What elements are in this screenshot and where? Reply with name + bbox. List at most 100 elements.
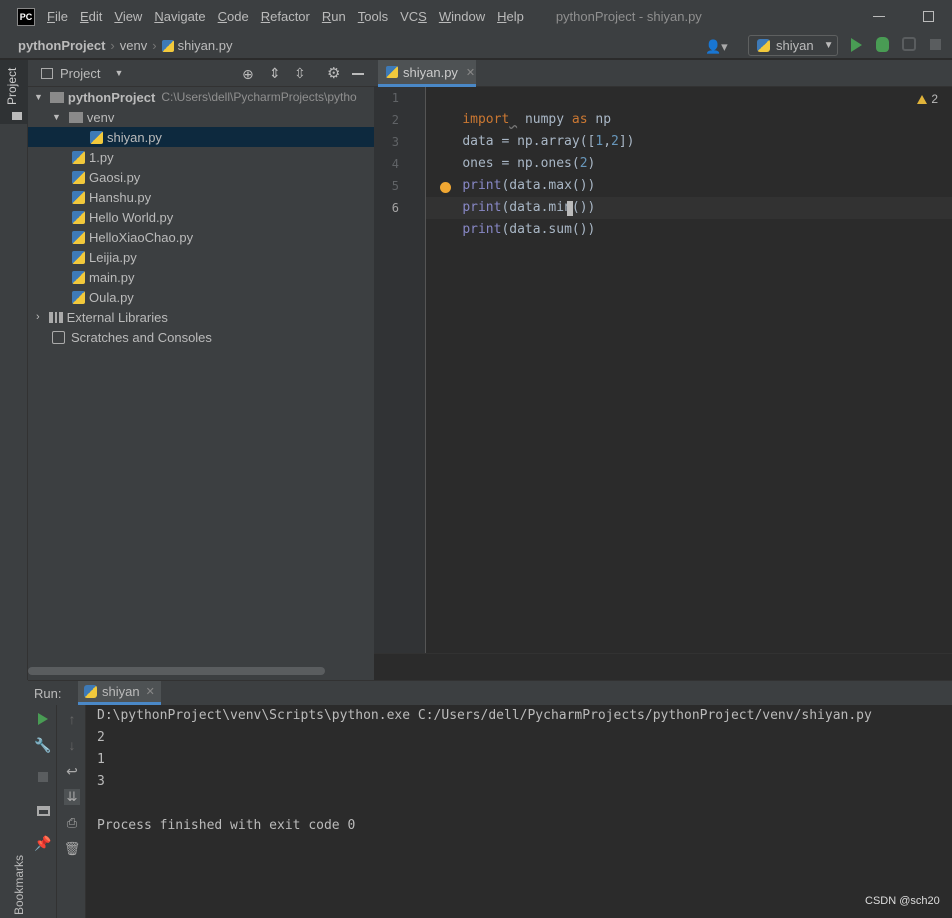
menu-tools[interactable]: Tools xyxy=(358,9,388,24)
warning-icon xyxy=(917,94,928,104)
code-line-1: import numpy as np xyxy=(462,112,612,127)
tab-shiyan[interactable]: shiyan.py ✕ xyxy=(378,60,476,87)
tree-root-project[interactable]: ▼ pythonProject C:\Users\dell\PycharmPro… xyxy=(28,87,374,107)
tree-folder-venv[interactable]: ▼ venv xyxy=(28,107,374,127)
project-view-title[interactable]: Project xyxy=(60,66,100,81)
chevron-right-icon[interactable]: › xyxy=(36,311,40,323)
menu-edit[interactable]: Edit xyxy=(80,9,102,24)
menu-vcs[interactable]: VCS xyxy=(400,9,427,24)
python-file-icon xyxy=(72,290,85,304)
project-horizontal-scrollbar[interactable] xyxy=(28,667,325,675)
chevron-down-icon[interactable]: ▼ xyxy=(34,92,43,102)
scroll-to-end-icon[interactable]: ⇊ xyxy=(64,789,80,805)
layout-icon[interactable] xyxy=(35,803,51,819)
breadcrumb-file[interactable]: shiyan.py xyxy=(178,38,233,53)
minimize-icon[interactable] xyxy=(873,16,885,17)
soft-wrap-icon[interactable]: ↩ xyxy=(64,763,80,779)
run-config-dropdown[interactable]: shiyan ▼ xyxy=(748,35,838,56)
bookmarks-tool-label[interactable]: Bookmarks xyxy=(12,855,26,915)
python-icon xyxy=(84,685,97,698)
code-line-4: print(data.max()) xyxy=(462,178,596,193)
chevron-down-icon[interactable]: ▼ xyxy=(52,112,61,122)
tree-external-libraries[interactable]: › External Libraries xyxy=(28,307,168,327)
tree-folder-label: venv xyxy=(86,109,115,125)
breadcrumb-project[interactable]: pythonProject xyxy=(18,38,105,53)
tree-scratches[interactable]: Scratches and Consoles xyxy=(28,327,212,347)
menu-code[interactable]: Code xyxy=(218,9,249,24)
editor-tab-bar: shiyan.py ✕ xyxy=(374,60,952,87)
tree-file[interactable]: Leijia.py xyxy=(28,247,137,267)
tree-file[interactable]: Hanshu.py xyxy=(28,187,151,207)
arrow-down-icon[interactable]: ↓ xyxy=(64,737,80,753)
arrow-up-icon[interactable]: ↑ xyxy=(64,711,80,727)
gear-icon[interactable]: ⚙ xyxy=(327,64,340,82)
trash-icon[interactable]: 🗑 xyxy=(64,841,81,857)
tree-file-label: Gaosi.py xyxy=(89,169,141,185)
debug-icon[interactable] xyxy=(876,37,889,52)
inspection-widget[interactable]: 2 xyxy=(917,92,938,106)
editor-gutter: 1 2 3 4 5 6 xyxy=(374,87,426,653)
python-file-icon xyxy=(72,270,85,284)
menu-view[interactable]: View xyxy=(114,9,142,24)
run-panel-label: Run: xyxy=(34,685,62,701)
tree-file[interactable]: Hello World.py xyxy=(28,207,173,227)
rerun-icon[interactable] xyxy=(35,711,51,727)
menu-help[interactable]: Help xyxy=(497,9,524,24)
tree-file[interactable]: Oula.py xyxy=(28,287,134,307)
stop-icon[interactable] xyxy=(930,39,941,50)
line-number: 2 xyxy=(391,113,399,127)
tree-file-label: main.py xyxy=(89,269,135,285)
hide-panel-icon[interactable] xyxy=(352,73,364,75)
tree-file[interactable]: HelloXiaoChao.py xyxy=(28,227,193,247)
tree-file-label: 1.py xyxy=(89,149,114,165)
intention-bulb-icon[interactable] xyxy=(440,182,451,193)
code-editor[interactable]: import numpy as np data = np.array([1,2]… xyxy=(426,87,952,653)
window-title: pythonProject - shiyan.py xyxy=(555,9,702,24)
tree-file[interactable]: Gaosi.py xyxy=(28,167,140,187)
watermark: CSDN @sch20 xyxy=(865,895,940,907)
tree-external-label: External Libraries xyxy=(66,309,168,325)
tree-file[interactable]: 1.py xyxy=(28,147,114,167)
chevron-down-icon[interactable]: ▼ xyxy=(114,68,123,78)
menu-refactor[interactable]: Refactor xyxy=(261,9,310,24)
python-file-icon xyxy=(386,66,398,78)
run-icon[interactable] xyxy=(851,38,862,52)
tree-root-path: C:\Users\dell\PycharmProjects\pytho xyxy=(161,90,357,104)
menu-navigate[interactable]: Navigate xyxy=(154,9,205,24)
locate-icon[interactable]: ⊕ xyxy=(242,66,254,83)
print-icon[interactable]: ⎙ xyxy=(64,815,80,831)
collapse-all-icon[interactable]: ⇳ xyxy=(294,65,306,82)
line-number: 3 xyxy=(391,135,399,149)
tree-file-label: Oula.py xyxy=(89,289,134,305)
text-cursor xyxy=(567,201,573,216)
run-toolbar-secondary: ↑ ↓ ↩ ⇊ ⎙ 🗑 xyxy=(57,705,86,918)
code-line-3: ones = np.ones(2) xyxy=(462,156,596,171)
tab-label: shiyan.py xyxy=(403,64,458,80)
pin-icon[interactable]: 📌 xyxy=(34,835,51,851)
user-icon[interactable]: 👤▾ xyxy=(705,39,728,55)
close-icon[interactable]: ✕ xyxy=(466,66,475,79)
run-tab-shiyan[interactable]: shiyan ✕ xyxy=(78,681,161,705)
coverage-icon[interactable] xyxy=(902,37,916,51)
tree-file-label: HelloXiaoChao.py xyxy=(89,229,194,245)
editor-bottom-area xyxy=(374,653,952,680)
console-line: D:\pythonProject\venv\Scripts\python.exe… xyxy=(97,708,872,723)
pycharm-logo: PC xyxy=(17,7,35,26)
folder-icon xyxy=(12,112,22,120)
line-number: 4 xyxy=(391,157,399,171)
menu-file[interactable]: File xyxy=(47,9,68,24)
tree-file[interactable]: main.py xyxy=(28,267,135,287)
project-panel: Project ▼ ⊕ ⇕ ⇳ ⚙ ▼ pythonProject C:\Use… xyxy=(28,60,374,680)
tree-file-shiyan[interactable]: shiyan.py xyxy=(28,127,374,147)
expand-all-icon[interactable]: ⇕ xyxy=(269,65,281,82)
close-icon[interactable]: ✕ xyxy=(146,685,155,698)
breadcrumb-folder[interactable]: venv xyxy=(120,38,147,53)
wrench-icon[interactable]: 🔧 xyxy=(34,737,51,753)
stop-icon[interactable] xyxy=(35,769,51,785)
maximize-icon[interactable] xyxy=(923,11,934,22)
menu-window[interactable]: Window xyxy=(439,9,485,24)
code-line-2: data = np.array([1,2]) xyxy=(462,134,635,149)
console-output[interactable]: D:\pythonProject\venv\Scripts\python.exe… xyxy=(86,705,952,918)
code-line-5: print(data.min()) xyxy=(462,200,596,215)
menu-run[interactable]: Run xyxy=(322,9,346,24)
